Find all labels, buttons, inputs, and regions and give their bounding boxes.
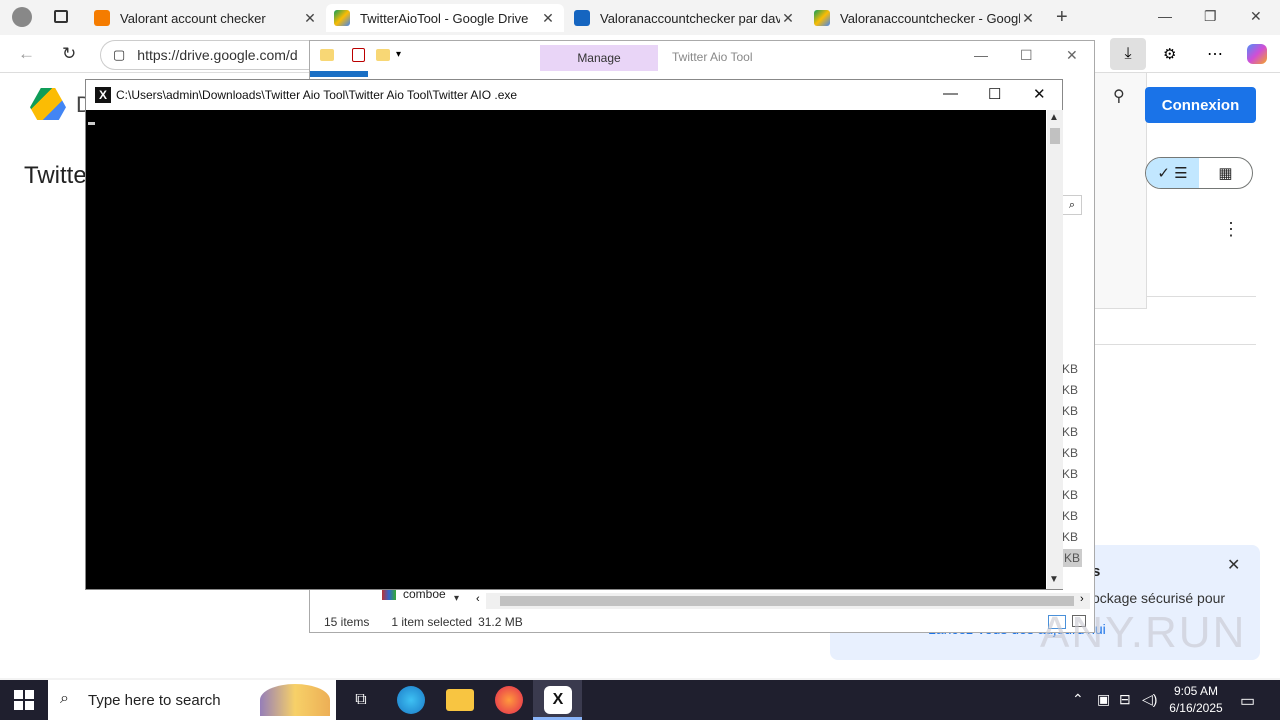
tab-valoranaccountchecker-drive[interactable]: Valoranaccountchecker - Google ✕	[806, 4, 1044, 32]
console-title-bar: X C:\Users\admin\Downloads\Twitter Aio T…	[86, 80, 1062, 110]
divider	[1094, 344, 1256, 345]
device-icon[interactable]: ▣	[1097, 691, 1110, 708]
close-icon[interactable]: ✕	[780, 10, 796, 27]
anyrun-watermark: ANY.RUN	[1040, 608, 1247, 657]
close-icon[interactable]: ✕	[540, 10, 556, 27]
show-hidden-icons-icon[interactable]: ⌃	[1072, 691, 1084, 708]
details-panel	[1094, 73, 1147, 309]
profile-icon[interactable]	[12, 7, 32, 27]
twitter-x-icon: X	[95, 87, 111, 103]
tab-valoranaccountchecker-david[interactable]: Valoranaccountchecker par david ✕	[566, 4, 804, 32]
firefox-icon[interactable]	[495, 686, 523, 714]
google-drive-icon	[334, 10, 350, 26]
vertical-scrollbar[interactable]: ▲ ▼	[1047, 110, 1063, 589]
console-window[interactable]: X C:\Users\admin\Downloads\Twitter Aio T…	[85, 79, 1063, 590]
close-icon[interactable]: ✕	[302, 10, 318, 27]
grid-view-icon[interactable]: ▦	[1199, 158, 1252, 188]
size-cell: KB	[1062, 404, 1079, 418]
minimize-icon[interactable]: —	[943, 85, 958, 102]
list-view-icon[interactable]: ✓ ☰	[1146, 158, 1199, 188]
selection-size: 31.2 MB	[478, 615, 523, 629]
divider	[1147, 296, 1256, 297]
chevron-down-icon[interactable]: ▾	[454, 593, 459, 604]
selection-info: 1 item selected	[391, 615, 473, 629]
text-cursor	[88, 122, 95, 125]
notifications-icon[interactable]: ▭	[1240, 691, 1255, 711]
maximize-icon[interactable]: ☐	[988, 85, 1001, 103]
pin-icon[interactable]: ⚲	[1113, 86, 1125, 106]
search-icon: ⌕	[60, 690, 69, 707]
new-tab-button[interactable]: +	[1056, 6, 1068, 29]
close-icon[interactable]: ✕	[1033, 85, 1046, 103]
task-view-icon[interactable]: ⧉	[347, 686, 375, 714]
toast-text: ockage sécurisé pour	[1092, 590, 1226, 606]
scrollbar-thumb[interactable]	[1050, 128, 1060, 144]
minimize-icon[interactable]: —	[1158, 8, 1172, 24]
volume-icon[interactable]: ◁)	[1142, 691, 1157, 708]
downloads-icon[interactable]: ⤓	[1110, 38, 1146, 70]
site-info-icon[interactable]: ▢	[113, 47, 125, 63]
manage-tab[interactable]: Manage	[540, 45, 658, 71]
taskbar-clock[interactable]: 9:05 AM 6/16/2025	[1164, 683, 1228, 717]
size-cell: KB	[1062, 425, 1079, 439]
status-bar: 15 items 1 item selected 31.2 MB	[310, 611, 1094, 633]
size-cell: KB	[1062, 383, 1079, 397]
reload-icon[interactable]: ↻	[62, 44, 76, 64]
more-actions-icon[interactable]: ⋮	[1222, 219, 1240, 240]
explorer-folder-name: Twitter Aio Tool	[672, 50, 753, 64]
item-count: 15 items	[324, 615, 370, 629]
close-icon[interactable]: ✕	[1250, 8, 1262, 25]
search-highlight-icon	[260, 684, 330, 716]
restore-icon[interactable]: ❐	[1204, 8, 1217, 25]
google-drive-icon	[814, 10, 830, 26]
properties-icon[interactable]	[352, 48, 365, 62]
size-cell: KB	[1062, 530, 1079, 544]
scroll-right-icon[interactable]: ›	[1080, 593, 1084, 605]
explorer-title-bar: ▾ Manage Twitter Aio Tool — ☐ ✕	[310, 41, 1094, 71]
size-cell-selected: KB	[1062, 549, 1083, 567]
back-icon[interactable]: ←	[18, 44, 35, 64]
search-icon[interactable]: ⌕	[1062, 195, 1082, 215]
scroll-up-icon[interactable]: ▲	[1049, 112, 1059, 123]
close-icon[interactable]: ✕	[1227, 555, 1240, 575]
scrollbar-thumb[interactable]	[500, 596, 1074, 606]
connexion-button[interactable]: Connexion	[1145, 87, 1256, 123]
copilot-icon[interactable]	[1247, 44, 1267, 64]
maximize-icon[interactable]: ☐	[1020, 47, 1033, 64]
horizontal-scrollbar[interactable]: ‹ ›	[476, 593, 1090, 609]
console-output[interactable]	[86, 110, 1046, 589]
network-icon[interactable]: ⊟	[1119, 691, 1131, 708]
document-icon	[574, 10, 590, 26]
url-field[interactable]: ▢ https://drive.google.com/d	[100, 40, 310, 70]
extensions-icon[interactable]: ⚙	[1163, 45, 1176, 63]
more-menu-icon[interactable]: ⋯	[1207, 44, 1223, 64]
scroll-down-icon[interactable]: ▼	[1049, 574, 1059, 585]
twitter-x-icon[interactable]: X	[544, 686, 572, 714]
folder-title: Twitte	[24, 162, 87, 189]
taskbar-search[interactable]: ⌕ Type here to search	[48, 680, 336, 720]
file-explorer-icon[interactable]	[446, 689, 474, 711]
folder-icon	[320, 49, 334, 61]
ribbon-file-tab[interactable]	[310, 71, 368, 77]
blogger-icon	[94, 10, 110, 26]
scroll-left-icon[interactable]: ‹	[476, 593, 480, 605]
view-toggle[interactable]: ✓ ☰ ▦	[1145, 157, 1253, 189]
size-cell: KB	[1062, 467, 1079, 481]
minimize-icon[interactable]: —	[974, 47, 988, 63]
close-icon[interactable]: ✕	[1066, 47, 1078, 64]
quick-access-dropdown-icon[interactable]: ▾	[396, 49, 401, 60]
size-cell: KB	[1062, 446, 1079, 460]
console-title: C:\Users\admin\Downloads\Twitter Aio Too…	[116, 88, 518, 102]
tab-actions-icon[interactable]	[54, 10, 68, 23]
size-cell: KB	[1062, 362, 1079, 376]
new-folder-icon[interactable]	[376, 49, 390, 61]
tab-valorant-checker[interactable]: Valorant account checker ✕	[86, 4, 326, 32]
windows-start-icon[interactable]	[14, 690, 34, 710]
size-cell: KB	[1062, 509, 1079, 523]
size-cell: KB	[1062, 488, 1079, 502]
edge-icon[interactable]	[397, 686, 425, 714]
tab-twitter-aio-drive[interactable]: TwitterAioTool - Google Drive ✕	[326, 4, 564, 32]
close-icon[interactable]: ✕	[1020, 10, 1036, 27]
